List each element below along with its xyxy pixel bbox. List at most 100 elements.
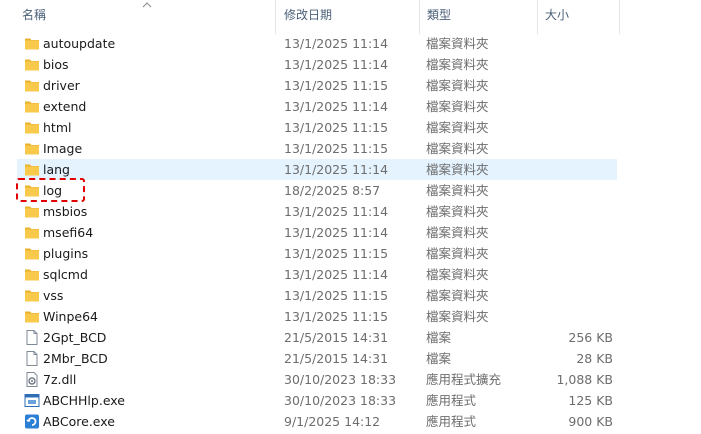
file-modified-date: 21/5/2015 14:31 xyxy=(284,330,389,345)
file-name: Image xyxy=(43,141,83,156)
folder-row[interactable]: Image 13/1/2025 11:15 檔案資料夾 xyxy=(17,138,617,159)
column-header-type[interactable]: 類型 xyxy=(427,0,451,34)
column-divider[interactable] xyxy=(275,0,276,34)
file-modified-date: 21/5/2015 14:31 xyxy=(284,351,389,366)
column-divider[interactable] xyxy=(419,0,420,34)
file-size: 1,088 KB xyxy=(556,372,613,387)
folder-row[interactable]: msefi64 13/1/2025 11:14 檔案資料夾 xyxy=(17,222,617,243)
highlight-annotation xyxy=(16,178,85,202)
folder-row[interactable]: html 13/1/2025 11:15 檔案資料夾 xyxy=(17,117,617,138)
file-type: 檔案資料夾 xyxy=(426,288,489,303)
folder-icon xyxy=(24,57,40,72)
folder-row[interactable]: driver 13/1/2025 11:15 檔案資料夾 xyxy=(17,75,617,96)
file-modified-date: 9/1/2025 14:12 xyxy=(284,414,381,429)
file-name: 2Mbr_BCD xyxy=(43,351,108,366)
file-type: 檔案資料夾 xyxy=(426,99,489,114)
file-row[interactable]: 2Gpt_BCD 21/5/2015 14:31 檔案 256 KB xyxy=(17,327,617,348)
file-name: lang xyxy=(43,162,70,177)
file-name: msefi64 xyxy=(43,225,94,240)
file-type: 檔案資料夾 xyxy=(426,309,489,324)
file-name: bios xyxy=(43,57,69,72)
file-modified-date: 13/1/2025 11:15 xyxy=(284,120,389,135)
file-modified-date: 13/1/2025 11:14 xyxy=(284,162,389,177)
file-modified-date: 13/1/2025 11:14 xyxy=(284,99,389,114)
file-size: 256 KB xyxy=(568,330,613,345)
folder-row[interactable]: Winpe64 13/1/2025 11:15 檔案資料夾 xyxy=(17,306,617,327)
file-modified-date: 13/1/2025 11:15 xyxy=(284,309,389,324)
folder-row[interactable]: sqlcmd 13/1/2025 11:14 檔案資料夾 xyxy=(17,264,617,285)
file-type: 檔案資料夾 xyxy=(426,57,489,72)
file-row[interactable]: 2Mbr_BCD 21/5/2015 14:31 檔案 28 KB xyxy=(17,348,617,369)
folder-row[interactable]: bios 13/1/2025 11:14 檔案資料夾 xyxy=(17,54,617,75)
file-type: 檔案資料夾 xyxy=(426,225,489,240)
file-type: 檔案 xyxy=(426,330,452,345)
folder-icon xyxy=(24,120,40,135)
file-modified-date: 18/2/2025 8:57 xyxy=(284,183,381,198)
dll-icon xyxy=(24,372,40,387)
file-modified-date: 13/1/2025 11:15 xyxy=(284,78,389,93)
file-icon xyxy=(24,351,40,366)
file-name: msbios xyxy=(43,204,88,219)
folder-icon xyxy=(24,288,40,303)
file-modified-date: 13/1/2025 11:15 xyxy=(284,246,389,261)
column-header-size[interactable]: 大小 xyxy=(545,0,569,34)
file-modified-date: 13/1/2025 11:14 xyxy=(284,57,389,72)
file-modified-date: 13/1/2025 11:15 xyxy=(284,141,389,156)
file-modified-date: 13/1/2025 11:15 xyxy=(284,288,389,303)
abcore-exe-icon xyxy=(24,414,40,429)
file-type: 應用程式 xyxy=(426,414,477,429)
file-name: driver xyxy=(43,78,80,93)
file-type: 應用程式 xyxy=(426,393,477,408)
file-size: 125 KB xyxy=(568,393,613,408)
folder-icon xyxy=(24,267,40,282)
column-header-date[interactable]: 修改日期 xyxy=(284,0,332,34)
file-name: 7z.dll xyxy=(43,372,77,387)
folder-row[interactable]: extend 13/1/2025 11:14 檔案資料夾 xyxy=(17,96,617,117)
folder-row[interactable]: log 18/2/2025 8:57 檔案資料夾 xyxy=(17,180,617,201)
column-header-name[interactable]: 名稱 xyxy=(22,0,46,34)
file-type: 檔案資料夾 xyxy=(426,267,489,282)
folder-icon xyxy=(24,78,40,93)
sort-ascending-icon xyxy=(142,2,152,8)
file-row[interactable]: 7z.dll 30/10/2023 18:33 應用程式擴充 1,088 KB xyxy=(17,369,617,390)
folder-icon xyxy=(24,204,40,219)
file-type: 檔案資料夾 xyxy=(426,204,489,219)
file-type: 檔案資料夾 xyxy=(426,36,489,51)
folder-icon xyxy=(24,36,40,51)
file-name: sqlcmd xyxy=(43,267,88,282)
file-size: 900 KB xyxy=(568,414,613,429)
folder-icon xyxy=(24,225,40,240)
folder-icon xyxy=(24,309,40,324)
file-name: ABCHHlp.exe xyxy=(43,393,125,408)
file-type: 檔案 xyxy=(426,351,452,366)
file-row[interactable]: ABCHHlp.exe 30/10/2023 18:33 應用程式 125 KB xyxy=(17,390,617,411)
folder-row[interactable]: msbios 13/1/2025 11:14 檔案資料夾 xyxy=(17,201,617,222)
file-type: 應用程式擴充 xyxy=(426,372,502,387)
column-divider[interactable] xyxy=(619,0,620,34)
file-name: vss xyxy=(43,288,64,303)
file-name: 2Gpt_BCD xyxy=(43,330,107,345)
file-name: html xyxy=(43,120,72,135)
file-modified-date: 30/10/2023 18:33 xyxy=(284,372,397,387)
file-row[interactable]: ABCore.exe 9/1/2025 14:12 應用程式 900 KB xyxy=(17,411,617,432)
folder-icon xyxy=(24,141,40,156)
file-modified-date: 13/1/2025 11:14 xyxy=(284,225,389,240)
file-modified-date: 13/1/2025 11:14 xyxy=(284,267,389,282)
file-type: 檔案資料夾 xyxy=(426,162,489,177)
file-modified-date: 30/10/2023 18:33 xyxy=(284,393,397,408)
file-name: ABCore.exe xyxy=(43,414,115,429)
file-name: extend xyxy=(43,99,87,114)
column-header-bar: 名稱 修改日期 類型 大小 xyxy=(0,0,701,34)
file-modified-date: 13/1/2025 11:14 xyxy=(284,204,389,219)
folder-row[interactable]: vss 13/1/2025 11:15 檔案資料夾 xyxy=(17,285,617,306)
file-name: autoupdate xyxy=(43,36,116,51)
file-name: Winpe64 xyxy=(43,309,99,324)
folder-icon xyxy=(24,246,40,261)
folder-row[interactable]: plugins 13/1/2025 11:15 檔案資料夾 xyxy=(17,243,617,264)
folder-row[interactable]: autoupdate 13/1/2025 11:14 檔案資料夾 xyxy=(17,33,617,54)
file-type: 檔案資料夾 xyxy=(426,120,489,135)
folder-row[interactable]: lang 13/1/2025 11:14 檔案資料夾 xyxy=(17,159,617,180)
column-divider[interactable] xyxy=(537,0,538,34)
file-type: 檔案資料夾 xyxy=(426,141,489,156)
file-type: 檔案資料夾 xyxy=(426,78,489,93)
